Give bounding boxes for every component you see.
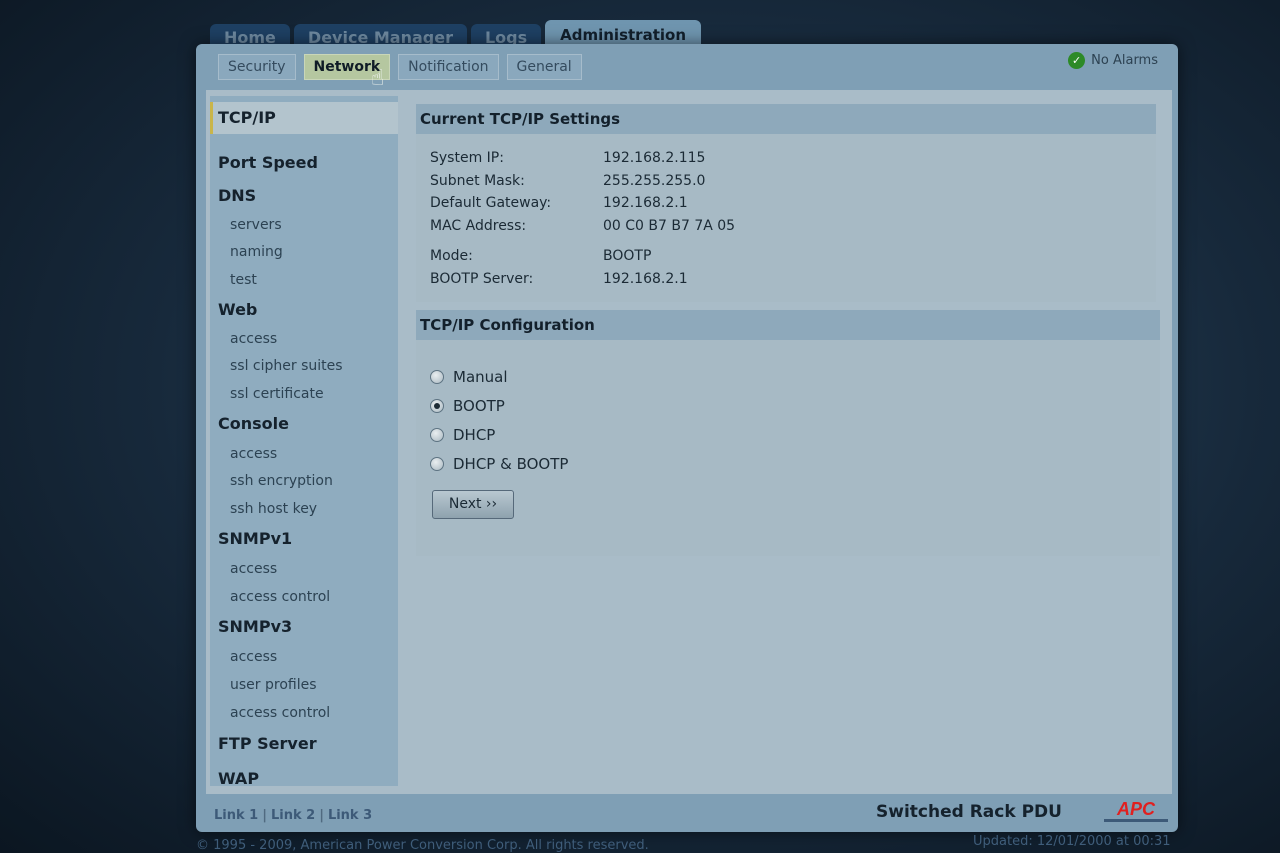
updated-timestamp: Updated: 12/01/2000 at 00:31 — [973, 834, 1171, 849]
subtab-security[interactable]: Security — [218, 54, 296, 80]
settings-label: BOOTP Server: — [430, 270, 534, 287]
sidebar-item-console-ssh-encryption[interactable]: ssh encryption — [210, 468, 333, 494]
subnet-mask-value: 255.255.255.0 — [603, 172, 706, 189]
radio-button[interactable] — [430, 369, 444, 384]
footer-links: Link 1 | Link 2 | Link 3 — [214, 808, 372, 823]
sidebar-item-dns-test[interactable]: test — [210, 267, 257, 293]
footer-bar: Link 1 | Link 2 | Link 3 Switched Rack PDU A… — [196, 794, 1178, 832]
sidebar-item-web-access[interactable]: access — [210, 326, 277, 352]
alarm-status[interactable]: ✓ No Alarms — [1068, 52, 1158, 69]
mode-value: BOOTP — [603, 248, 652, 264]
sidebar-item-dns[interactable]: DNS — [210, 183, 256, 209]
radio-option-manual[interactable]: Manual — [430, 362, 568, 391]
subtab-notification[interactable]: Notification — [398, 54, 499, 80]
sub-tab-bar: Security Network Notification General — [218, 54, 582, 80]
sidebar-item-dns-servers[interactable]: servers — [210, 212, 282, 238]
sidebar-item-console-ssh-host-key[interactable]: ssh host key — [210, 496, 317, 522]
sidebar-item-web-ssl-cipher-suites[interactable]: ssl cipher suites — [210, 353, 343, 379]
current-settings-title: Current TCP/IP Settings — [416, 104, 1156, 134]
app-frame: Security Network Notification General ☝ … — [196, 44, 1178, 832]
next-button[interactable]: Next ›› — [432, 490, 514, 519]
footer-link-3[interactable]: Link 3 — [328, 808, 372, 823]
settings-label: System IP: — [430, 150, 504, 166]
sidebar-item-snmpv1[interactable]: SNMPv1 — [210, 526, 292, 552]
radio-label: BOOTP — [453, 396, 505, 415]
copyright-text: © 1995 - 2009, American Power Conversion… — [196, 838, 649, 853]
sidebar-item-console-access[interactable]: access — [210, 441, 277, 467]
settings-row: Subnet Mask: 255.255.255.0 — [430, 173, 735, 196]
settings-row: Mode: BOOTP — [430, 248, 735, 271]
sidebar-item-dns-naming[interactable]: naming — [210, 239, 283, 265]
link-separator: | — [262, 808, 267, 823]
product-name: Switched Rack PDU — [876, 802, 1062, 822]
footer-link-1[interactable]: Link 1 — [214, 808, 258, 823]
sidebar-item-snmpv1-access-control[interactable]: access control — [210, 584, 330, 610]
settings-row: MAC Address: 00 C0 B7 B7 7A 05 — [430, 218, 735, 241]
settings-label: Subnet Mask: — [430, 172, 525, 189]
current-settings-panel: Current TCP/IP Settings System IP: 192.1… — [416, 104, 1156, 302]
sidebar-nav: TCP/IP Port Speed DNS servers naming tes… — [210, 96, 398, 788]
sidebar-item-snmpv3-access-control[interactable]: access control — [210, 700, 330, 726]
sidebar-item-wap[interactable]: WAP — [210, 766, 259, 792]
radio-label: DHCP & BOOTP — [453, 454, 569, 473]
sidebar-item-web[interactable]: Web — [210, 297, 257, 323]
settings-row: BOOTP Server: 192.168.2.1 — [430, 271, 735, 294]
sidebar-item-ftp-server[interactable]: FTP Server — [210, 731, 317, 757]
apc-logo-icon: APC — [1104, 799, 1168, 822]
radio-option-dhcp[interactable]: DHCP — [430, 420, 568, 449]
apc-logo-text: APC — [1116, 799, 1156, 819]
configuration-panel: TCP/IP Configuration Manual BOOTP DHCP D… — [416, 310, 1160, 556]
mode-radio-group: Manual BOOTP DHCP DHCP & BOOTP — [430, 362, 568, 478]
content-area: TCP/IP Port Speed DNS servers naming tes… — [206, 90, 1172, 794]
sidebar-item-tcpip[interactable]: TCP/IP — [210, 102, 398, 134]
settings-list: System IP: 192.168.2.115 Subnet Mask: 25… — [430, 150, 735, 293]
radio-option-bootp[interactable]: BOOTP — [430, 391, 568, 420]
configuration-title: TCP/IP Configuration — [416, 310, 1160, 340]
sidebar-item-port-speed[interactable]: Port Speed — [210, 150, 318, 176]
hand-cursor-icon: ☝ — [371, 66, 385, 91]
radio-option-dhcp-bootp[interactable]: DHCP & BOOTP — [430, 449, 568, 478]
alarm-status-label: No Alarms — [1091, 53, 1158, 68]
radio-button[interactable] — [430, 456, 444, 471]
subtab-general[interactable]: General — [506, 54, 582, 80]
check-icon: ✓ — [1068, 52, 1086, 69]
settings-label: Mode: — [430, 248, 473, 264]
radio-button[interactable] — [430, 427, 444, 442]
sidebar-item-console[interactable]: Console — [210, 411, 289, 437]
bootp-server-value: 192.168.2.1 — [603, 270, 688, 287]
settings-label: MAC Address: — [430, 217, 527, 234]
settings-row: Default Gateway: 192.168.2.1 — [430, 195, 735, 218]
sidebar-item-snmpv3-access[interactable]: access — [210, 644, 277, 670]
default-gateway-value: 192.168.2.1 — [603, 195, 688, 211]
radio-label: DHCP — [453, 425, 496, 444]
radio-button-selected[interactable] — [430, 398, 444, 413]
footer-link-2[interactable]: Link 2 — [271, 808, 315, 823]
link-separator: | — [319, 808, 324, 823]
sidebar-item-snmpv3-user-profiles[interactable]: user profiles — [210, 672, 317, 698]
mac-address-value: 00 C0 B7 B7 7A 05 — [603, 217, 736, 234]
system-ip-value: 192.168.2.115 — [603, 150, 706, 166]
settings-label: Default Gateway: — [430, 195, 552, 211]
sidebar-item-snmpv3[interactable]: SNMPv3 — [210, 614, 292, 640]
settings-row: System IP: 192.168.2.115 — [430, 150, 735, 173]
radio-label: Manual — [453, 367, 508, 386]
sidebar-item-snmpv1-access[interactable]: access — [210, 556, 277, 582]
sidebar-item-web-ssl-certificate[interactable]: ssl certificate — [210, 381, 324, 407]
